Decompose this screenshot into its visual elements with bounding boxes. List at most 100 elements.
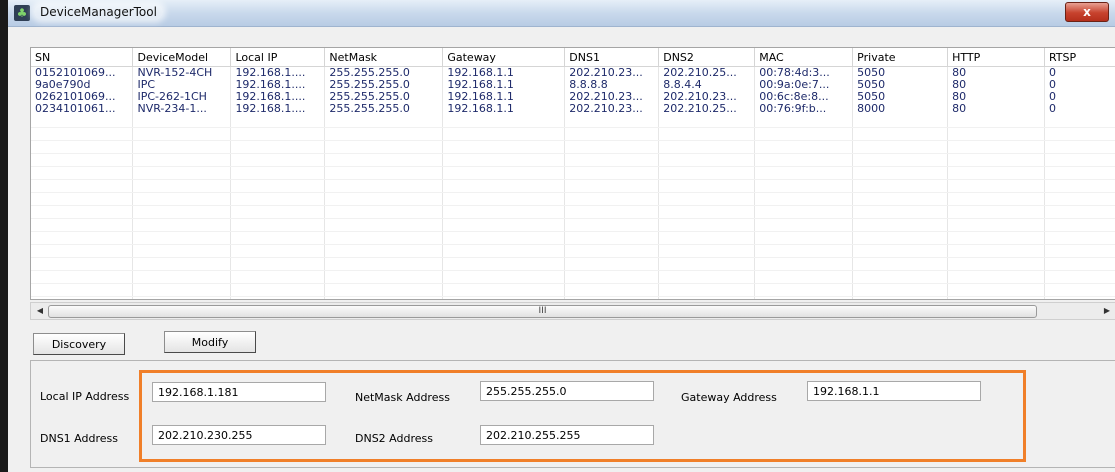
empty-cell (132, 205, 232, 219)
empty-cell (324, 153, 444, 167)
empty-cell (1044, 153, 1115, 167)
empty-cell (1044, 166, 1115, 180)
empty-cell (564, 218, 660, 232)
table-header-row: SN DeviceModel Local IP NetMask Gateway … (31, 48, 1115, 67)
empty-cell (947, 257, 1045, 271)
empty-cell (852, 283, 949, 297)
column-header-rtsp[interactable]: RTSP (1044, 48, 1115, 67)
scroll-thumb[interactable]: III (48, 305, 1037, 318)
horizontal-scrollbar[interactable]: ◀ III ▶ (30, 302, 1115, 320)
empty-cell (947, 166, 1045, 180)
empty-cell (324, 127, 444, 141)
empty-cell (754, 296, 854, 299)
cell-mac: 00:6c:8e:8... (754, 91, 854, 103)
table-row[interactable]: 0152101069... NVR-152-4CH 192.168.1.... … (31, 66, 1115, 79)
scroll-right-arrow-icon[interactable]: ▶ (1100, 304, 1114, 318)
empty-cell (658, 115, 756, 128)
empty-cell (442, 115, 566, 128)
modify-button[interactable]: Modify (164, 331, 256, 353)
local-ip-label: Local IP Address (40, 390, 130, 403)
empty-cell (852, 179, 949, 193)
cell-gateway: 192.168.1.1 (442, 103, 566, 115)
column-header-mac[interactable]: MAC (754, 48, 854, 67)
highlight-box (139, 370, 1026, 462)
cell-rtsp: 0 (1044, 79, 1115, 91)
title-bar[interactable]: ♣ DeviceManagerTool x (8, 0, 1115, 27)
cell-dns1: 202.210.23... (564, 103, 660, 115)
empty-cell (658, 179, 756, 193)
empty-cell (1044, 270, 1115, 284)
empty-cell (1044, 244, 1115, 258)
empty-cell (947, 192, 1045, 206)
empty-cell (31, 179, 134, 193)
column-header-sn[interactable]: SN (31, 48, 134, 67)
cell-rtsp: 0 (1044, 91, 1115, 103)
empty-cell (852, 296, 949, 299)
empty-cell (754, 244, 854, 258)
empty-row (31, 166, 1115, 180)
empty-cell (324, 270, 444, 284)
empty-row (31, 179, 1115, 193)
empty-cell (947, 140, 1045, 154)
column-header-private[interactable]: Private (852, 48, 949, 67)
empty-cell (31, 166, 134, 180)
empty-cell (852, 115, 949, 128)
empty-row (31, 283, 1115, 297)
empty-row (31, 231, 1115, 245)
cell-rtsp: 0 (1044, 66, 1115, 79)
empty-cell (324, 179, 444, 193)
empty-cell (852, 153, 949, 167)
table-row[interactable]: 0262101069... IPC-262-1CH 192.168.1.... … (31, 91, 1115, 103)
empty-row (31, 244, 1115, 258)
empty-cell (132, 218, 232, 232)
cell-http: 80 (947, 79, 1045, 91)
empty-cell (658, 257, 756, 271)
empty-cell (754, 257, 854, 271)
empty-cell (442, 296, 566, 299)
empty-cell (230, 115, 326, 128)
empty-cell (324, 257, 444, 271)
empty-row (31, 257, 1115, 271)
column-header-netmask[interactable]: NetMask (324, 48, 444, 67)
cell-device-model: NVR-234-1... (132, 103, 232, 115)
empty-cell (442, 153, 566, 167)
column-header-dns1[interactable]: DNS1 (564, 48, 660, 67)
empty-cell (324, 115, 444, 128)
column-header-dns2[interactable]: DNS2 (658, 48, 756, 67)
empty-cell (754, 153, 854, 167)
empty-cell (658, 218, 756, 232)
empty-cell (132, 179, 232, 193)
empty-row (31, 296, 1115, 299)
empty-cell (132, 244, 232, 258)
empty-cell (564, 205, 660, 219)
empty-cell (442, 270, 566, 284)
empty-cell (442, 231, 566, 245)
empty-cell (31, 231, 134, 245)
table-row[interactable]: 0234101061... NVR-234-1... 192.168.1....… (31, 103, 1115, 115)
cell-sn: 0262101069... (31, 91, 134, 103)
empty-cell (442, 244, 566, 258)
close-button[interactable]: x (1065, 2, 1109, 22)
empty-cell (947, 153, 1045, 167)
empty-cell (754, 179, 854, 193)
empty-row (31, 192, 1115, 206)
empty-cell (31, 115, 134, 128)
empty-cell (230, 153, 326, 167)
cell-mac: 00:76:9f:b... (754, 103, 854, 115)
empty-cell (852, 231, 949, 245)
empty-cell (754, 270, 854, 284)
cell-dns2: 202.210.25... (658, 66, 756, 79)
empty-cell (1044, 231, 1115, 245)
discovery-button[interactable]: Discovery (33, 333, 125, 355)
column-header-gateway[interactable]: Gateway (442, 48, 566, 67)
column-header-http[interactable]: HTTP (947, 48, 1045, 67)
empty-cell (1044, 257, 1115, 271)
empty-cell (132, 166, 232, 180)
empty-cell (230, 205, 326, 219)
empty-cell (754, 115, 854, 128)
column-header-device-model[interactable]: DeviceModel (132, 48, 232, 67)
column-header-local-ip[interactable]: Local IP (230, 48, 326, 67)
empty-cell (442, 205, 566, 219)
scroll-left-arrow-icon[interactable]: ◀ (33, 304, 47, 318)
table-row[interactable]: 9a0e790d IPC 192.168.1.... 255.255.255.0… (31, 79, 1115, 91)
